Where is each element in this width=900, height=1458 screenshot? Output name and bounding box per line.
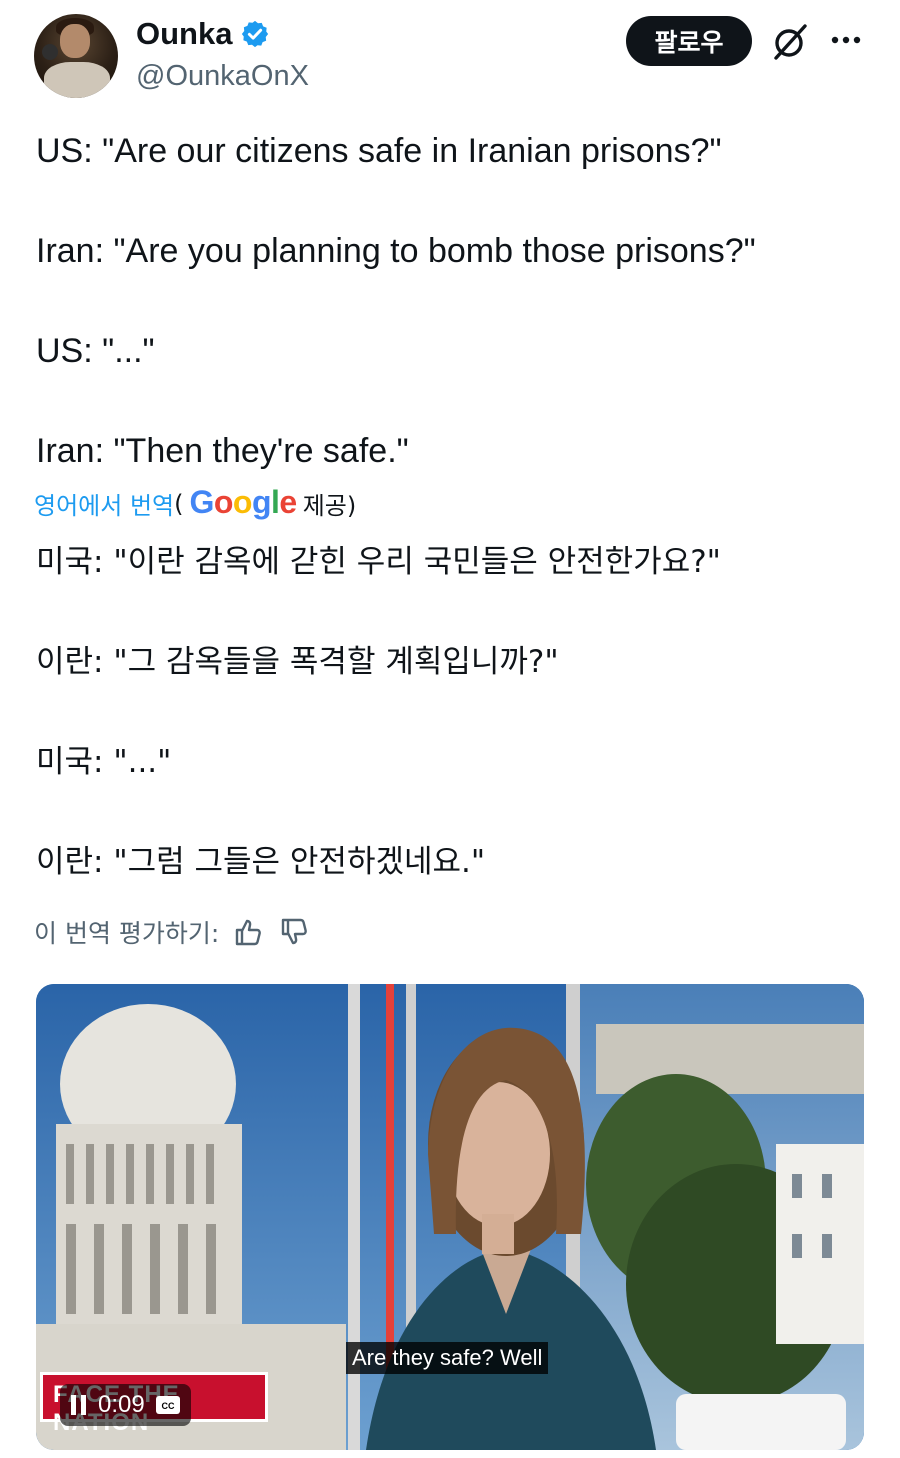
grok-icon[interactable] [770,22,810,62]
google-logo: Google [189,484,297,520]
open-paren: ( [174,489,184,518]
translated-from-link[interactable]: 영어에서 번역 [34,486,174,521]
video-controls: 0:09 CC [60,1384,191,1426]
translation-line-4: 이란: "그럼 그들은 안전하겠네요." [36,844,486,880]
follow-button[interactable]: 팔로우 [626,16,752,66]
pause-icon[interactable] [70,1394,88,1416]
translation-line-1: 미국: "이란 감옥에 갇힌 우리 국민들은 안전한가요?" [36,544,721,580]
cc-label: CC [161,1401,174,1411]
avatar[interactable] [34,14,118,98]
tweet-line-1: US: "Are our citizens safe in Iranian pr… [36,132,722,170]
avatar-head [60,24,90,58]
video-time: 0:09 [98,1391,145,1418]
tweet-line-2: Iran: "Are you planning to bomb those pr… [36,232,756,270]
thumbs-up-icon[interactable] [233,916,265,948]
tweet-line-3: US: "..." [36,332,155,370]
translation-attribution: 영어에서 번역 ( Google 제공) [34,484,356,523]
thumbs-down-icon[interactable] [279,916,311,948]
video-caption: Are they safe? Well [346,1342,549,1374]
rate-translation-row: 이 번역 평가하기: [34,914,311,950]
cc-icon[interactable]: CC [155,1395,181,1415]
provided-label: 제공) [302,492,357,520]
tweet-line-4: Iran: "Then they're safe." [36,432,409,470]
author-handle[interactable]: @OunkaOnX [136,60,309,93]
author-name-row: Ounka [136,16,270,52]
more-icon[interactable] [828,26,864,54]
verified-badge-icon [242,20,269,48]
avatar-microphone [42,44,58,60]
translation-line-3: 미국: "..." [36,744,172,780]
author-name[interactable]: Ounka [136,16,232,52]
avatar-body [44,62,110,98]
translation-line-2: 이란: "그 감옥들을 폭격할 계획입니까?" [36,644,559,680]
rate-translation-label: 이 번역 평가하기: [34,919,220,948]
